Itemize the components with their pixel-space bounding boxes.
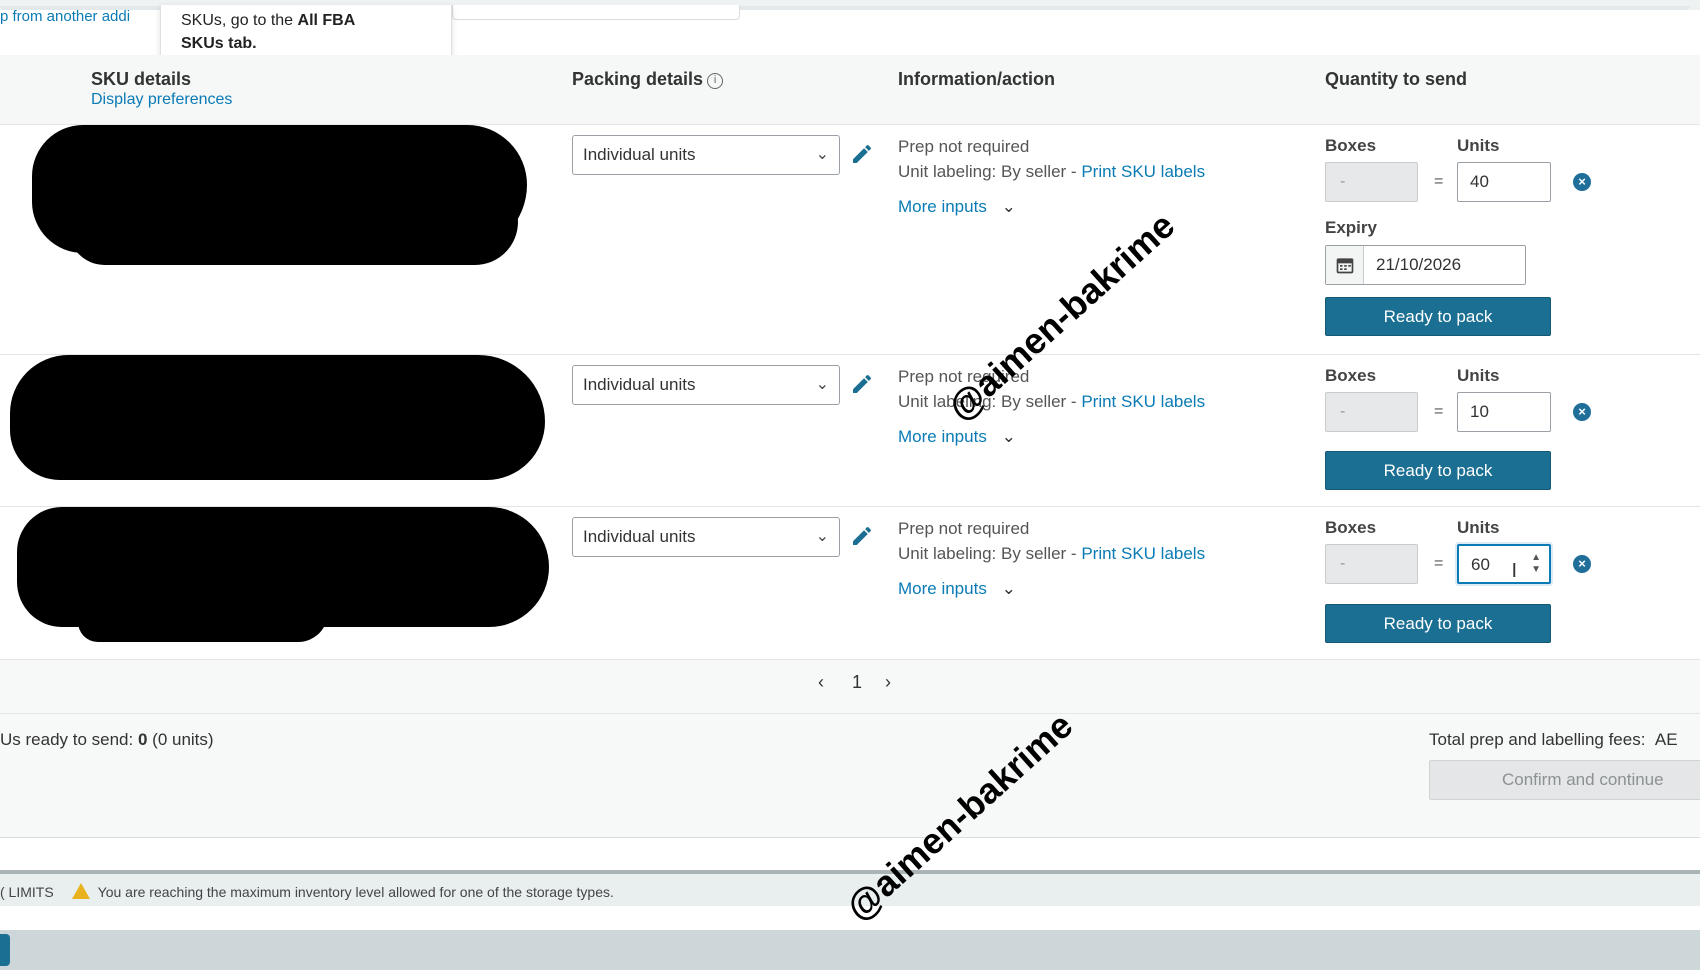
pencil-icon[interactable]: [850, 524, 874, 548]
equals-sign: =: [1434, 173, 1444, 190]
remove-icon[interactable]: ×: [1573, 173, 1591, 191]
limits-label: ( LIMITS: [0, 884, 54, 900]
confirm-and-continue-button[interactable]: Confirm and continue: [1429, 760, 1700, 800]
prep-status: Prep not required: [898, 519, 1030, 538]
prev-page-button[interactable]: ‹: [818, 672, 824, 693]
chevron-down-icon: ⌄: [1001, 579, 1016, 598]
ready-to-pack-button[interactable]: Ready to pack: [1325, 451, 1551, 490]
more-inputs-toggle[interactable]: More inputs ⌄: [898, 197, 1016, 217]
number-spinner-icon[interactable]: ▲ ▼: [1531, 552, 1541, 576]
col-quantity-to-send: Quantity to send: [1325, 69, 1468, 89]
more-inputs-toggle[interactable]: More inputs ⌄: [898, 579, 1016, 599]
ready-to-send-label: Us ready to send:: [0, 730, 138, 749]
boxes-input[interactable]: -: [1325, 162, 1418, 202]
unit-labeling: Unit labeling: By seller - Print SKU lab…: [898, 544, 1205, 564]
ready-to-send-summary: Us ready to send: 0 (0 units): [0, 730, 214, 750]
col-information-action: Information/action: [898, 69, 1055, 89]
equals-sign: =: [1434, 403, 1444, 420]
fees-label: Total prep and labelling fees:: [1429, 730, 1646, 749]
limits-message-row: ( LIMITS You are reaching the maximum inv…: [0, 883, 614, 900]
col-sku-details: SKU details: [91, 69, 192, 89]
col-packing-details: Packing details i: [572, 69, 724, 90]
print-sku-labels-link[interactable]: Print SKU labels: [1081, 544, 1205, 563]
packing-select-value: Individual units: [583, 375, 696, 394]
units-label: Units: [1457, 136, 1500, 155]
fees-summary: Total prep and labelling fees: AE: [1429, 730, 1678, 750]
packing-select[interactable]: Individual units ⌄: [572, 517, 840, 557]
expiry-date-value: 21/10/2026: [1376, 255, 1462, 274]
boxes-label: Boxes: [1325, 366, 1377, 385]
more-inputs-label: More inputs: [898, 579, 987, 598]
chevron-down-icon: ⌄: [815, 528, 829, 545]
side-tab[interactable]: [0, 934, 10, 966]
ready-to-pack-button[interactable]: Ready to pack: [1325, 297, 1551, 336]
warning-icon: [71, 883, 90, 899]
units-input[interactable]: 10: [1457, 392, 1551, 432]
unit-labeling-text: Unit labeling: By seller -: [898, 162, 1082, 181]
units-label: Units: [1457, 518, 1500, 537]
remove-icon[interactable]: ×: [1573, 403, 1591, 421]
summary-panel: Us ready to send: 0 (0 units) Total prep…: [0, 714, 1700, 838]
table-row: Individual units ⌄ Prep not required Unit…: [0, 355, 1700, 507]
expiry-label: Expiry: [1325, 218, 1377, 237]
unit-labeling-text: Unit labeling: By seller -: [898, 544, 1082, 563]
col-packing-label: Packing details: [572, 69, 704, 89]
prep-status: Prep not required: [898, 137, 1030, 156]
calendar-icon[interactable]: [1326, 246, 1364, 284]
page-number[interactable]: 1: [852, 672, 862, 693]
more-inputs-label: More inputs: [898, 427, 987, 446]
packing-select-value: Individual units: [583, 145, 696, 164]
search-field-edge[interactable]: [452, 5, 740, 20]
display-preferences-link[interactable]: Display preferences: [91, 91, 232, 109]
chevron-down-icon: ⌄: [815, 146, 829, 163]
redaction-mark: [68, 185, 518, 265]
pencil-icon[interactable]: [850, 142, 874, 166]
pencil-icon[interactable]: [850, 372, 874, 396]
print-sku-labels-link[interactable]: Print SKU labels: [1081, 162, 1205, 181]
ready-to-send-units: (0 units): [147, 730, 214, 749]
units-input[interactable]: 40: [1457, 162, 1551, 202]
expiry-date-field[interactable]: 21/10/2026: [1325, 245, 1526, 285]
print-sku-labels-link[interactable]: Print SKU labels: [1081, 392, 1205, 411]
boxes-input[interactable]: -: [1325, 544, 1418, 584]
tooltip-text-line2: SKUs tab.: [181, 35, 257, 52]
tooltip-text: SKUs, go to the: [181, 12, 298, 29]
chevron-down-icon: ⌄: [815, 376, 829, 393]
tooltip-text-bold: All FBA: [297, 12, 356, 29]
bottom-bar: [0, 930, 1700, 970]
ship-from-link[interactable]: p from another addi: [0, 8, 130, 25]
packing-select[interactable]: Individual units ⌄: [572, 135, 840, 175]
fees-value: AE: [1654, 730, 1678, 749]
text-cursor-icon: I: [1511, 560, 1517, 582]
packing-select-value: Individual units: [583, 527, 696, 546]
table-header: SKU details Display preferences Packing …: [0, 55, 1700, 125]
boxes-label: Boxes: [1325, 518, 1377, 537]
redaction-mark: [10, 355, 545, 480]
units-input[interactable]: 60 I ▲ ▼: [1457, 544, 1551, 584]
info-icon[interactable]: i: [707, 73, 724, 89]
table-row: Individual units ⌄ Prep not required Unit…: [0, 125, 1700, 355]
pagination: ‹ 1 ›: [0, 660, 1700, 714]
remove-icon[interactable]: ×: [1573, 555, 1591, 573]
chevron-down-icon: ⌄: [1001, 427, 1016, 446]
more-inputs-label: More inputs: [898, 197, 987, 216]
table-row: Individual units ⌄ Prep not required Unit…: [0, 507, 1700, 660]
chevron-down-icon: ⌄: [1001, 197, 1016, 216]
next-page-button[interactable]: ›: [885, 672, 891, 693]
redaction-mark: [78, 587, 328, 642]
boxes-input[interactable]: -: [1325, 392, 1418, 432]
packing-select[interactable]: Individual units ⌄: [572, 365, 840, 405]
units-label: Units: [1457, 366, 1500, 385]
equals-sign: =: [1434, 555, 1444, 572]
more-inputs-toggle[interactable]: More inputs ⌄: [898, 427, 1016, 447]
limits-message: You are reaching the maximum inventory l…: [97, 884, 614, 900]
units-input-value: 60: [1471, 555, 1490, 574]
ready-to-pack-button[interactable]: Ready to pack: [1325, 604, 1551, 643]
unit-labeling: Unit labeling: By seller - Print SKU lab…: [898, 162, 1205, 182]
boxes-label: Boxes: [1325, 136, 1377, 155]
